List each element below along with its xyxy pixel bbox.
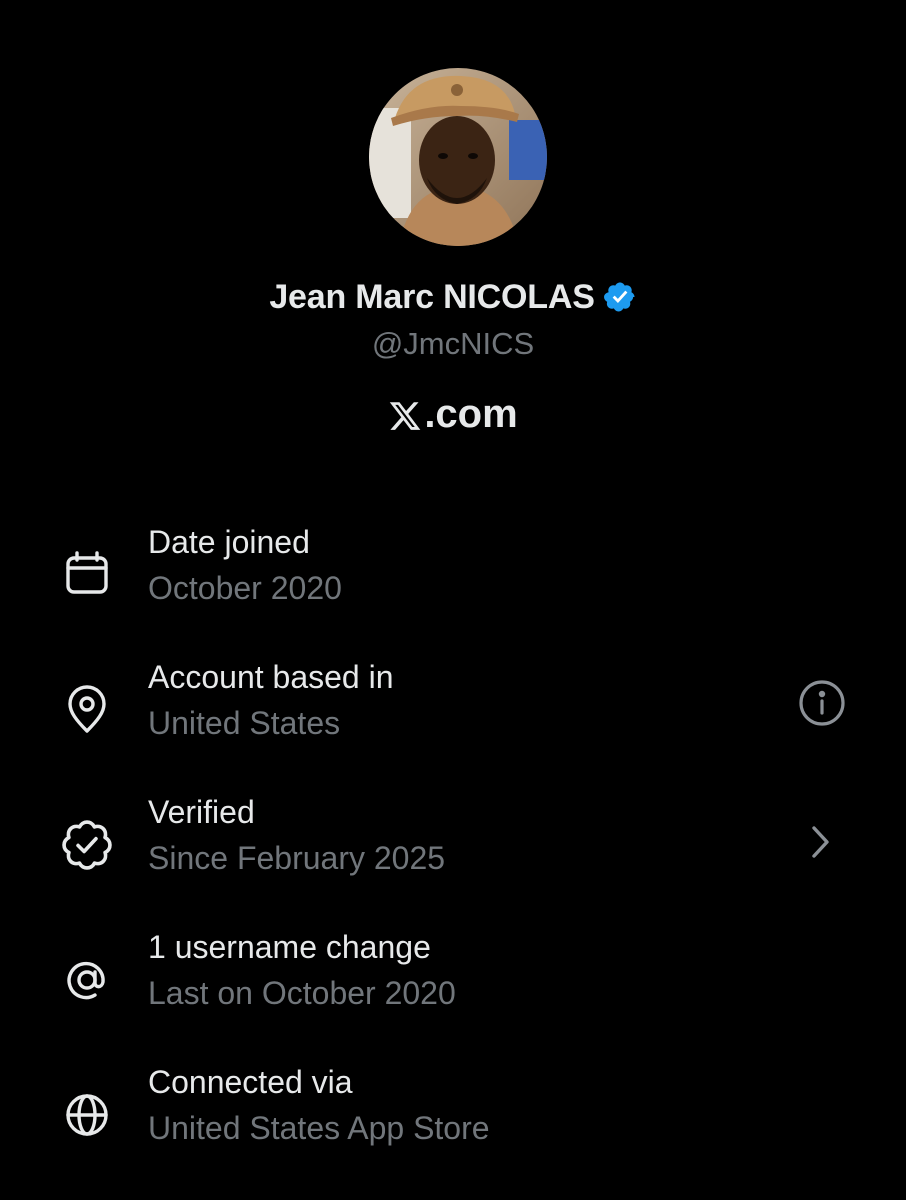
about-row-title: Date joined [148, 524, 310, 560]
calendar-icon [58, 546, 116, 604]
site-text: .com [424, 392, 518, 436]
about-row-title: Connected via [148, 1064, 353, 1100]
display-name: Jean Marc NICOLAS [269, 277, 595, 316]
x-logo-icon [388, 398, 422, 432]
about-row-subtitle: Last on October 2020 [148, 975, 456, 1011]
globe-icon [58, 1086, 116, 1144]
about-row-title: Account based in [148, 659, 394, 695]
about-row-subtitle: Since February 2025 [148, 840, 446, 876]
profile-handle: @JmcNICS [371, 326, 535, 361]
info-icon[interactable] [794, 679, 850, 735]
about-row-date-joined: Date joined October 2020 [0, 524, 906, 634]
about-row-title: Verified [148, 794, 255, 830]
verified-badge-outline-icon [58, 816, 116, 874]
avatar-photo [369, 68, 547, 246]
verified-badge-icon[interactable] [603, 280, 637, 314]
about-row-verified[interactable]: Verified Since February 2025 [0, 794, 906, 904]
profile-site: .com [0, 392, 906, 437]
about-row-account-based-in: Account based in United States [0, 659, 906, 769]
about-row-username-change: 1 username change Last on October 2020 [0, 929, 906, 1039]
about-row-subtitle: United States [148, 705, 341, 741]
chevron-right-icon[interactable] [800, 814, 840, 870]
about-row-title: 1 username change [148, 929, 431, 965]
location-pin-icon [58, 681, 116, 739]
at-sign-icon [58, 951, 116, 1009]
about-row-connected-via: Connected via United States App Store [0, 1064, 906, 1174]
about-row-subtitle: United States App Store [148, 1110, 490, 1146]
profile-avatar[interactable] [369, 68, 547, 246]
profile-name-row: Jean Marc NICOLAS [0, 272, 906, 322]
about-row-subtitle: October 2020 [148, 570, 342, 606]
